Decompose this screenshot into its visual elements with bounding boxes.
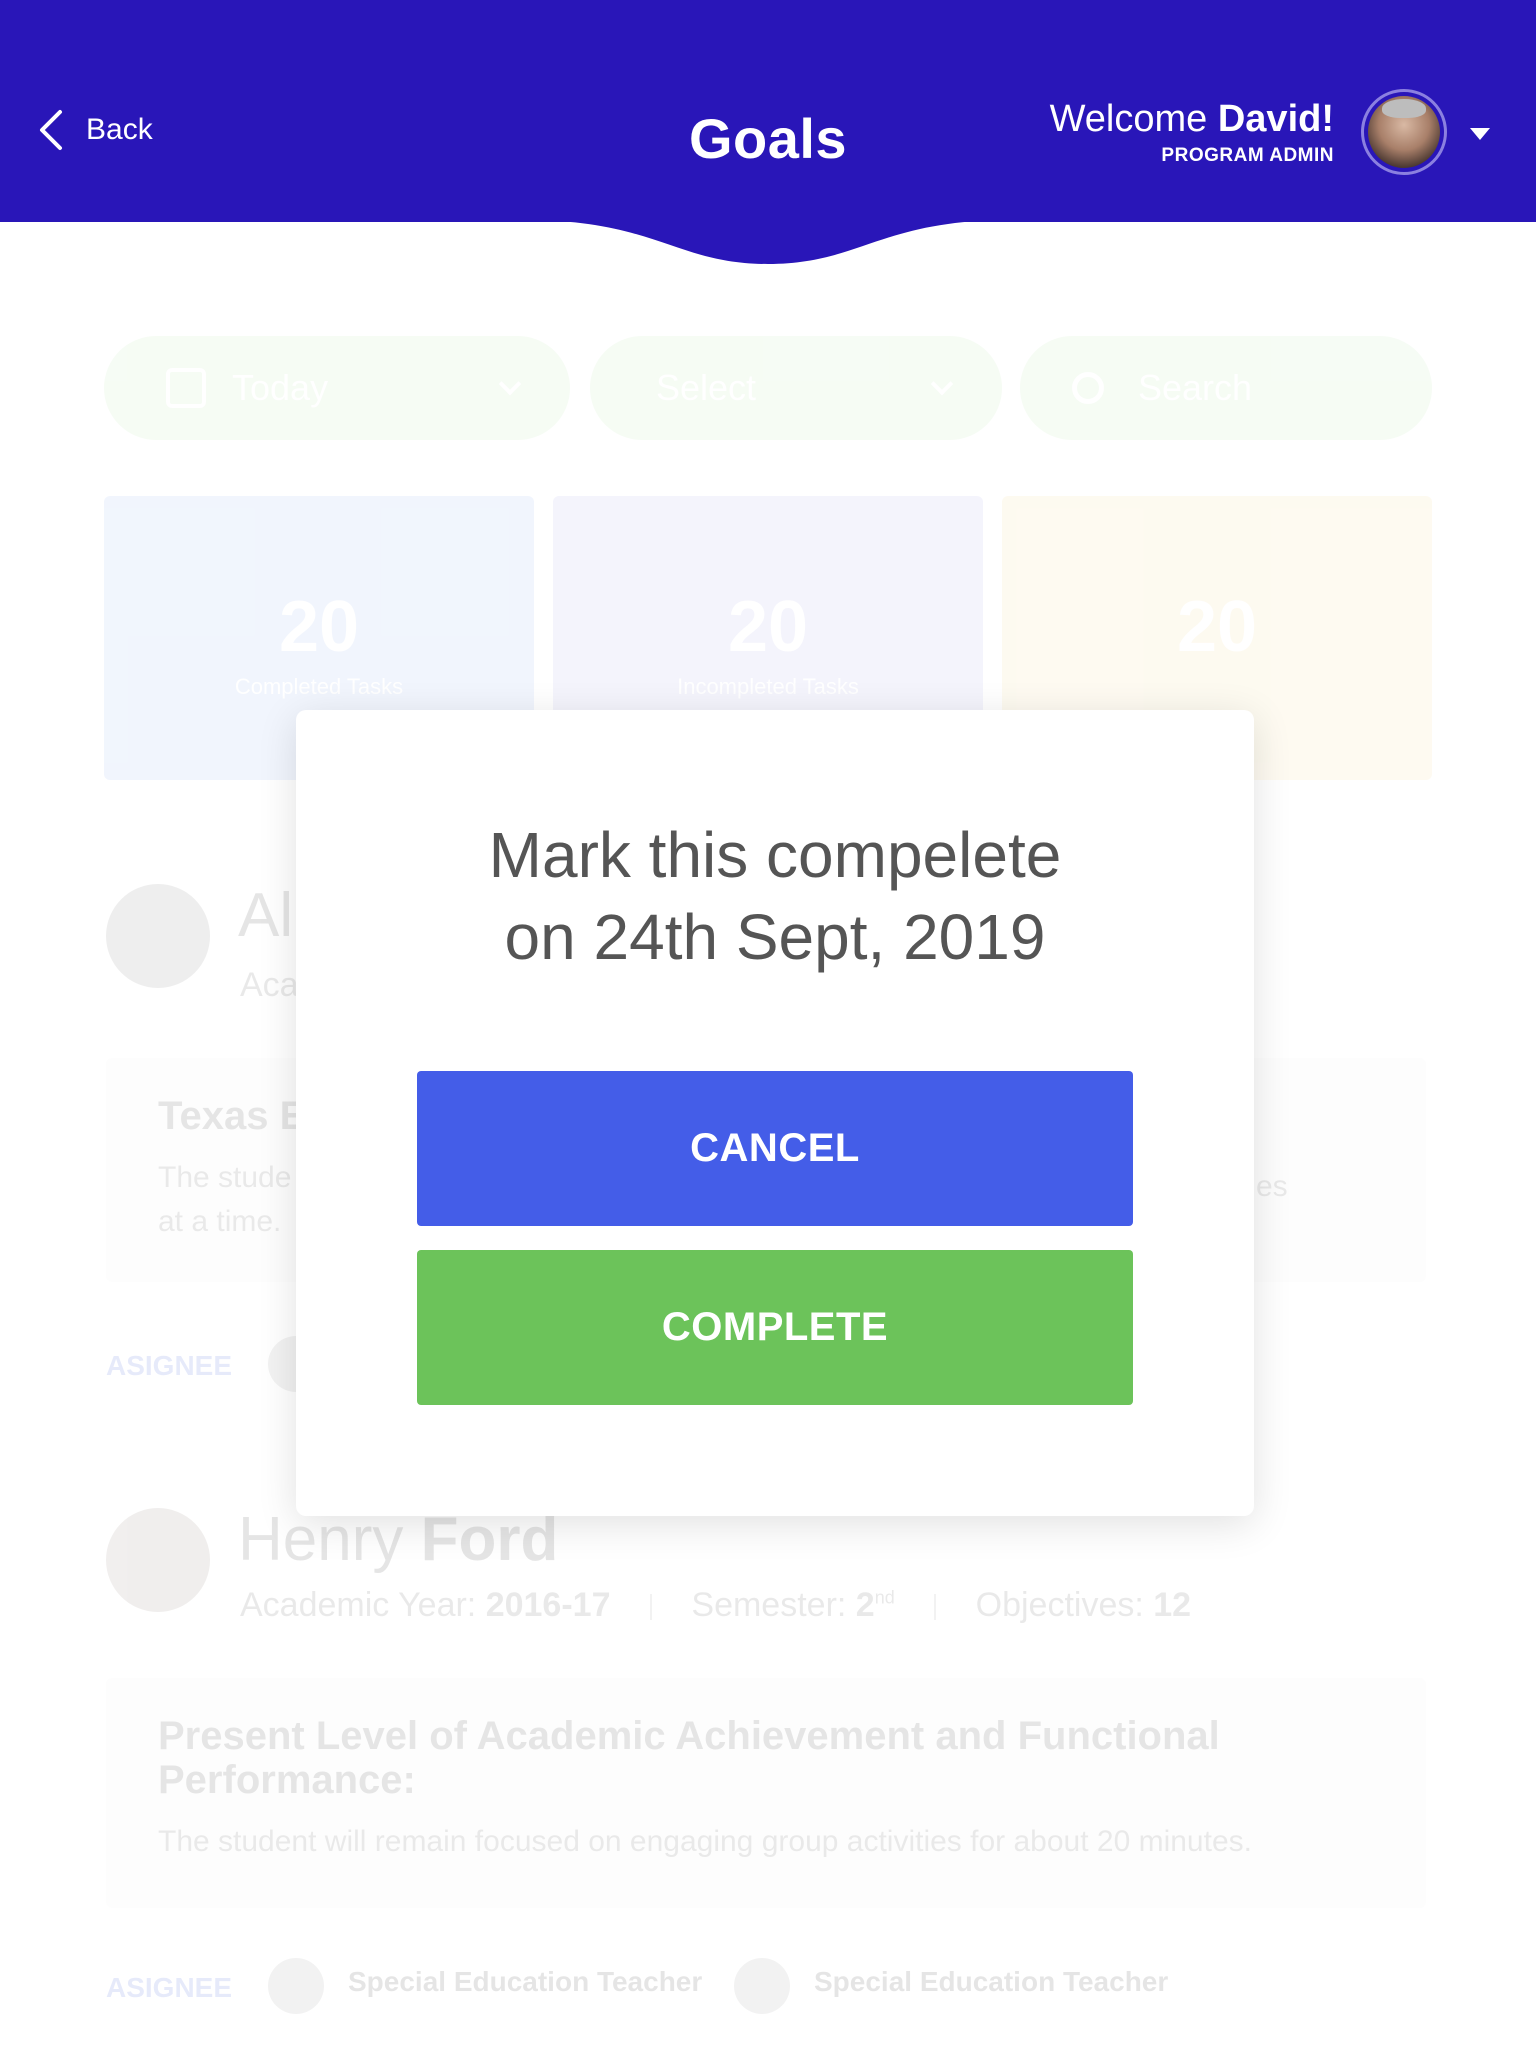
goal-card-title: Present Level of Academic Achievement an… bbox=[158, 1714, 1220, 1802]
dialog-message: Mark this compelete on 24th Sept, 2019 bbox=[296, 814, 1254, 978]
welcome-text: Welcome David! bbox=[1049, 98, 1334, 140]
cancel-button[interactable]: CANCEL bbox=[417, 1071, 1133, 1226]
search-input[interactable]: Search bbox=[1020, 336, 1432, 440]
complete-button[interactable]: COMPLETE bbox=[417, 1250, 1133, 1405]
assignee-role: Special Education Teacher bbox=[814, 1966, 1169, 1997]
calendar-icon bbox=[166, 368, 206, 408]
confirm-complete-dialog: Mark this compelete on 24th Sept, 2019 C… bbox=[296, 710, 1254, 1516]
search-placeholder: Search bbox=[1138, 367, 1253, 408]
stat-label: Completed Tasks bbox=[234, 674, 404, 699]
stat-value: 20 bbox=[1176, 587, 1258, 667]
avatar bbox=[106, 884, 210, 988]
student-meta: Academic Year: 2016-17 Semester: 2nd Obj… bbox=[240, 1586, 1192, 1624]
caret-down-icon[interactable] bbox=[1470, 128, 1490, 140]
goal-card-text-right: es bbox=[1256, 1170, 1288, 1203]
header-wave bbox=[0, 200, 1536, 264]
search-icon bbox=[1072, 372, 1104, 404]
app-header: Back Goals Welcome David! PROGRAM ADMIN bbox=[0, 0, 1536, 222]
goal-card-text: The student will remain focused on engag… bbox=[158, 1825, 1252, 1858]
avatar bbox=[268, 1958, 324, 2014]
select-filter-placeholder: Select bbox=[656, 367, 757, 408]
select-filter[interactable]: Select bbox=[590, 336, 1002, 440]
welcome-block: Welcome David! PROGRAM ADMIN bbox=[1050, 98, 1334, 167]
chevron-down-icon bbox=[498, 372, 522, 396]
assignee-role: Special Education Teacher bbox=[348, 1966, 703, 1997]
student-meta: Aca bbox=[240, 966, 299, 1004]
dialog-message-line1: Mark this compelete bbox=[488, 819, 1062, 891]
avatar bbox=[106, 1508, 210, 1612]
avatar bbox=[1368, 96, 1440, 168]
date-filter-value: Today bbox=[232, 367, 329, 408]
stat-value: 20 bbox=[727, 587, 809, 667]
goal-card: Present Level of Academic Achievement an… bbox=[106, 1678, 1426, 1908]
dialog-message-line2: on 24th Sept, 2019 bbox=[504, 901, 1046, 973]
stat-value: 20 bbox=[278, 587, 360, 667]
avatar bbox=[734, 1958, 790, 2014]
chevron-down-icon bbox=[930, 372, 954, 396]
asignee-label: ASIGNEE bbox=[106, 1350, 233, 1381]
user-avatar[interactable] bbox=[1361, 89, 1447, 175]
asignee-label: ASIGNEE bbox=[106, 1972, 233, 2003]
date-filter[interactable]: Today bbox=[104, 336, 570, 440]
student-name: Al bbox=[238, 881, 294, 950]
stat-label: Incompleted Tasks bbox=[677, 674, 859, 699]
user-role: PROGRAM ADMIN bbox=[1161, 145, 1334, 166]
